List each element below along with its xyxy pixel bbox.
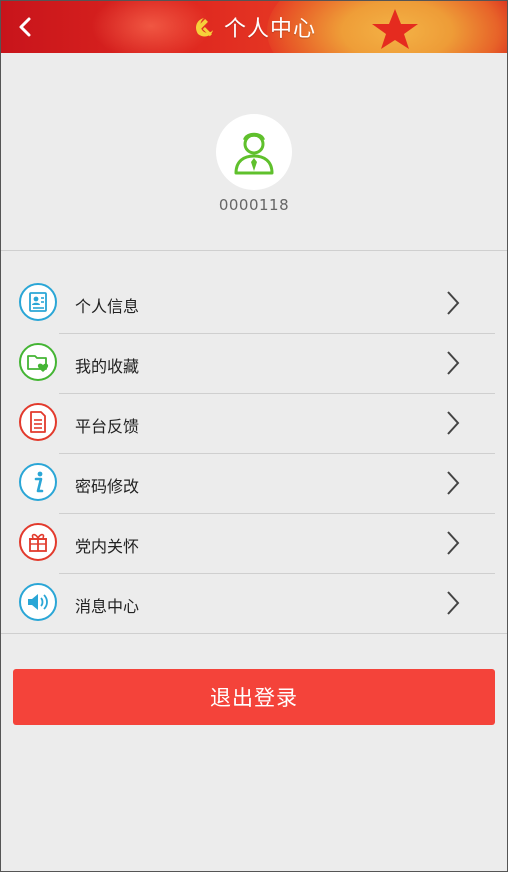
app-header: 个人中心 [1, 1, 507, 53]
user-avatar-icon [234, 132, 274, 175]
menu-item-label: 消息中心 [75, 597, 140, 616]
hammer-sickle-icon [195, 18, 213, 37]
chevron-right-icon [447, 531, 460, 555]
chevron-right-icon [447, 411, 460, 435]
favorite-folder-icon [27, 355, 49, 372]
chevron-right-icon [447, 471, 460, 495]
menu-item-favorites[interactable]: 我的收藏 [1, 334, 507, 394]
divider [1, 250, 507, 251]
menu-item-label: 密码修改 [75, 477, 140, 496]
menu-item-change-password[interactable]: 密码修改 [1, 454, 507, 514]
menu-item-party-care[interactable]: 党内关怀 [1, 514, 507, 574]
chevron-right-icon [447, 291, 460, 315]
menu-item-label: 党内关怀 [75, 537, 140, 556]
profile-section: 0000118 [1, 114, 507, 214]
chevron-right-icon [447, 591, 460, 615]
menu-item-feedback[interactable]: 平台反馈 [1, 394, 507, 454]
document-icon [30, 411, 46, 433]
menu-item-label: 我的收藏 [75, 357, 140, 376]
screen: 个人中心 0000118 个人信息 我的收藏 平台反馈 密码修改 党内关怀 消息… [0, 0, 508, 872]
avatar[interactable] [216, 114, 292, 190]
menu-item-label: 个人信息 [75, 297, 140, 316]
menu-list: 个人信息 我的收藏 平台反馈 密码修改 党内关怀 消息中心 [1, 274, 507, 634]
user-id: 0000118 [218, 196, 290, 214]
menu-item-personal-info[interactable]: 个人信息 [1, 274, 507, 334]
logout-button[interactable]: 退出登录 [13, 669, 495, 725]
divider [1, 633, 507, 634]
info-icon [34, 471, 44, 493]
gift-icon [29, 533, 47, 552]
menu-item-label: 平台反馈 [75, 417, 140, 436]
contact-card-icon [29, 292, 47, 312]
chevron-right-icon [447, 351, 460, 375]
speaker-icon [28, 594, 48, 610]
menu-item-message-center[interactable]: 消息中心 [1, 574, 507, 634]
page-title: 个人中心 [223, 17, 316, 42]
